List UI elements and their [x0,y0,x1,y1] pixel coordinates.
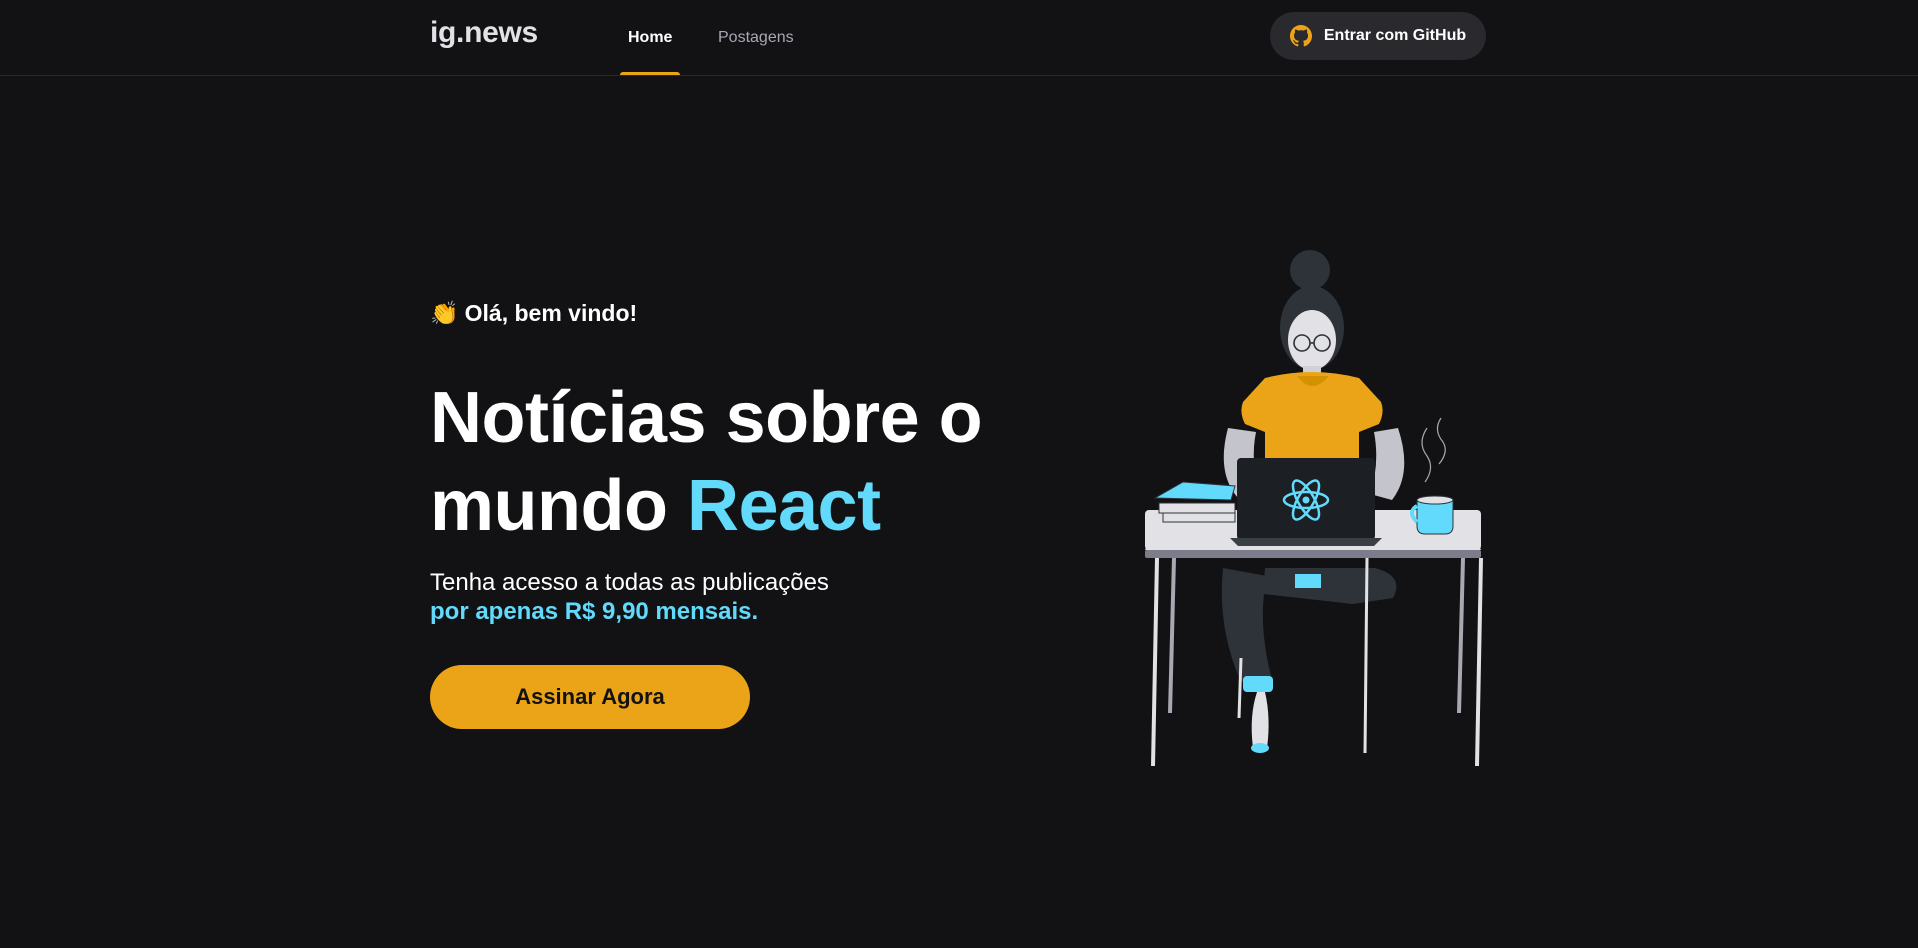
girl-coding-illustration [1145,250,1483,767]
hero-illustration [1145,248,1490,778]
nav-link-posts-label: Postagens [718,28,794,46]
subscribe-button[interactable]: Assinar Agora [430,665,750,729]
nav-link-posts[interactable]: Postagens [710,0,802,75]
subtitle-line1: Tenha acesso a todas as publicações [430,569,829,596]
welcome-label: Olá, bem vindo! [464,300,638,326]
headline-highlight: React [686,466,881,546]
hero-subtitle: Tenha acesso a todas as publicações por … [430,568,990,626]
nav-link-home-label: Home [628,28,673,46]
clapping-hands-icon: 👏 [430,300,459,326]
active-nav-underline [620,72,681,75]
page-title: Notícias sobre o mundo React [430,374,990,550]
header-container: ig.news Home Postagens Entrar com GitHub [430,0,1486,75]
price-text: por apenas R$ 9,90 mensais. [430,598,759,625]
github-icon [1289,25,1312,47]
top-header: ig.news Home Postagens Entrar com GitHub [0,0,1918,76]
github-signin-button[interactable]: Entrar com GitHub [1270,12,1486,60]
github-signin-label: Entrar com GitHub [1323,27,1467,44]
nav-link-home[interactable]: Home [620,0,681,75]
welcome-text: 👏 Olá, bem vindo! [430,300,637,327]
logo[interactable]: ig.news [430,16,538,50]
